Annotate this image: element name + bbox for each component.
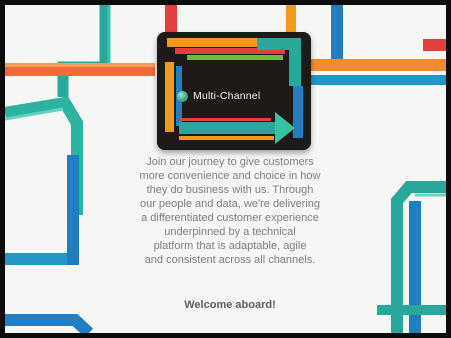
promo-panel: Multi-Channel Join our journey to give c… [0, 0, 451, 338]
message-line: a differentiated customer experience [141, 212, 319, 224]
message-line: more convenience and choice in how [139, 170, 321, 182]
message-line: Join our journey to give customers [146, 156, 314, 168]
welcome-text: Welcome aboard! [184, 299, 276, 311]
message-line: underpinned by a technical [164, 226, 296, 238]
message-line: and consistent across all channels. [144, 254, 316, 266]
brand-name: Multi-Channel [193, 90, 261, 102]
brand-label: Multi-Channel [177, 90, 260, 102]
message-line: platform that is adaptable, agile [153, 240, 307, 252]
brand-card: Multi-Channel [157, 32, 311, 150]
message-text: Join our journey to give customers more … [100, 155, 360, 267]
message-line: they do business with us. Through [146, 184, 314, 196]
circle-logo-icon [177, 90, 188, 102]
message-line: our people and data, we're delivering [139, 198, 321, 210]
